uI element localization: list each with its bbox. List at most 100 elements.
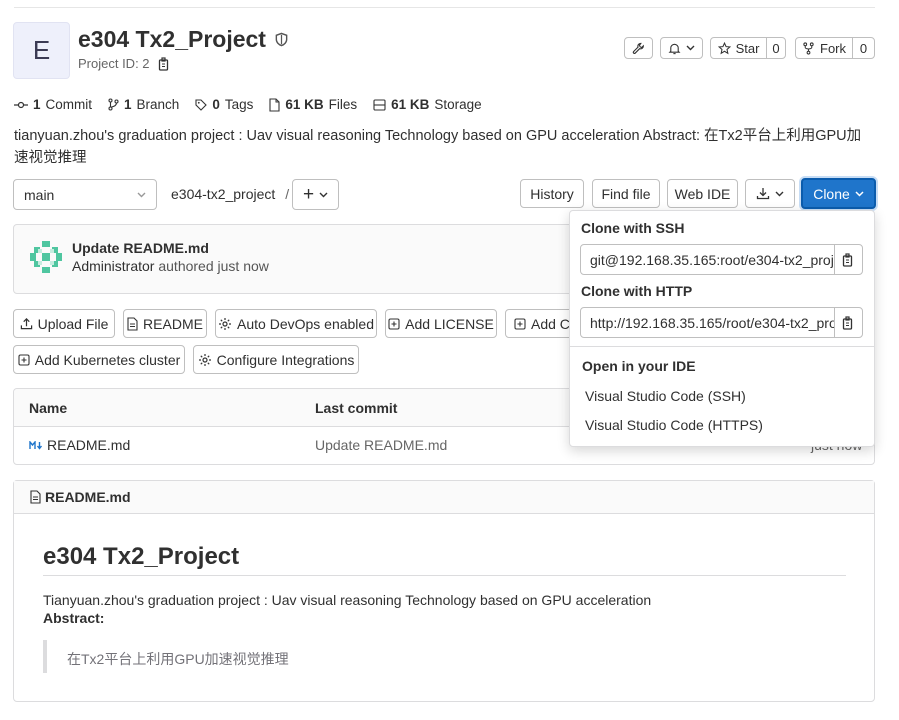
project-avatar[interactable]: E: [13, 22, 70, 79]
open-vscode-ssh[interactable]: Visual Studio Code (SSH): [585, 388, 746, 404]
storage-icon: [373, 98, 386, 111]
stat-value: 61 KB: [285, 97, 324, 112]
readme-divider: [43, 575, 846, 576]
shield-icon: [274, 32, 289, 47]
add-changelog-button[interactable]: Add CH: [505, 309, 575, 338]
dropdown-divider: [570, 346, 874, 347]
auto-devops-label: Auto DevOps enabled: [237, 315, 374, 332]
blockquote-bar: [43, 640, 47, 673]
add-kubernetes-button[interactable]: Add Kubernetes cluster: [13, 345, 185, 374]
file-commit-message[interactable]: Update README.md: [315, 437, 447, 453]
readme-blockquote: 在Tx2平台上利用GPU加速视觉推理: [67, 651, 289, 667]
stat-label: Tags: [224, 97, 254, 112]
open-vscode-https[interactable]: Visual Studio Code (HTTPS): [585, 417, 763, 433]
plus-square-icon: [388, 317, 400, 330]
upload-label: Upload File: [37, 315, 109, 332]
upload-file-button[interactable]: Upload File: [13, 309, 115, 338]
find-file-button[interactable]: Find file: [592, 179, 660, 208]
file-icon: [30, 490, 41, 504]
history-button[interactable]: History: [520, 179, 584, 208]
stat-branches[interactable]: 1 Branch: [108, 97, 179, 112]
top-divider: [14, 7, 875, 8]
copy-ssh-button[interactable]: [834, 244, 863, 275]
notifications-button[interactable]: [660, 37, 703, 59]
page-title: e304 Tx2_Project: [78, 26, 289, 53]
gear-icon: [218, 317, 232, 331]
auto-devops-button[interactable]: Auto DevOps enabled: [215, 309, 377, 338]
readme-filename[interactable]: README.md: [45, 489, 131, 505]
gear-icon: [198, 353, 212, 367]
fork-count[interactable]: 0: [852, 37, 875, 59]
commit-icon: [14, 100, 28, 110]
web-ide-label: Web IDE: [674, 185, 731, 202]
clone-label: Clone: [813, 185, 850, 202]
column-last-commit: Last commit: [315, 400, 398, 416]
breadcrumb: e304-tx2_project /: [171, 186, 289, 202]
fork-count-value: 0: [859, 40, 868, 56]
configure-integrations-label: Configure Integrations: [216, 351, 355, 368]
stat-label: Commit: [45, 97, 93, 112]
add-license-label: Add LICENSE: [405, 315, 494, 332]
plus-square-icon: [514, 317, 526, 330]
star-icon: [717, 41, 731, 55]
clone-http-title: Clone with HTTP: [581, 283, 693, 299]
add-kubernetes-label: Add Kubernetes cluster: [34, 351, 181, 368]
branch-selector[interactable]: main: [13, 179, 157, 210]
clone-button[interactable]: Clone: [801, 178, 876, 209]
stat-files[interactable]: 61 KB Files: [269, 97, 357, 112]
settings-button[interactable]: [624, 37, 653, 59]
chevron-down-icon: [775, 191, 784, 197]
column-name: Name: [29, 400, 68, 416]
branch-icon: [108, 98, 119, 111]
clone-ssh-input[interactable]: git@192.168.35.165:root/e304-tx2_project…: [580, 244, 835, 275]
history-label: History: [530, 185, 574, 202]
find-file-label: Find file: [601, 185, 651, 202]
project-stats: 1 Commit 1 Branch 0 Tags 61 KB Files 61 KB St…: [14, 97, 482, 112]
copy-icon: [842, 252, 855, 267]
configure-integrations-button[interactable]: Configure Integrations: [193, 345, 359, 374]
stat-label: Files: [328, 97, 358, 112]
stat-tags[interactable]: 0 Tags: [195, 97, 253, 112]
commit-time: authored just now: [158, 258, 269, 274]
readme-abstract-label: Abstract:: [43, 610, 105, 626]
plus-square-icon: [18, 353, 30, 366]
chevron-down-icon: [686, 45, 695, 51]
author-avatar[interactable]: [28, 239, 64, 275]
commit-meta: Administrator authored just now: [72, 258, 269, 274]
readme-label: README: [143, 315, 203, 332]
add-menu-button[interactable]: +: [292, 179, 339, 210]
readme-button[interactable]: README: [123, 309, 207, 338]
commit-title[interactable]: Update README.md: [72, 240, 209, 256]
web-ide-button[interactable]: Web IDE: [667, 179, 738, 208]
stat-storage[interactable]: 61 KB Storage: [373, 97, 482, 112]
breadcrumb-separator: /: [285, 186, 290, 202]
copy-icon[interactable]: [158, 56, 171, 71]
star-button[interactable]: Star: [710, 37, 767, 59]
copy-icon: [842, 315, 855, 330]
open-ide-title: Open in your IDE: [582, 358, 696, 374]
stat-commits[interactable]: 1 Commit: [14, 97, 92, 112]
chevron-down-icon: [319, 192, 328, 198]
project-title[interactable]: e304 Tx2_Project: [78, 26, 266, 53]
fork-button[interactable]: Fork: [795, 37, 853, 59]
chevron-down-icon: [137, 192, 146, 198]
star-label: Star: [735, 40, 760, 56]
star-count[interactable]: 0: [766, 37, 786, 59]
markdown-icon: [29, 441, 43, 450]
stat-value: 1: [124, 97, 132, 112]
breadcrumb-project[interactable]: e304-tx2_project: [171, 186, 275, 202]
readme-header: README.md: [14, 481, 874, 514]
stat-label: Branch: [136, 97, 180, 112]
commit-author[interactable]: Administrator: [72, 258, 154, 274]
add-license-button[interactable]: Add LICENSE: [385, 309, 497, 338]
download-icon: [756, 187, 770, 200]
project-id-label: Project ID: 2: [78, 56, 150, 71]
file-name[interactable]: README.md: [47, 437, 130, 453]
clone-http-input[interactable]: http://192.168.35.165/root/e304-tx2_proj…: [580, 307, 835, 338]
download-button[interactable]: [745, 179, 795, 208]
table-row[interactable]: README.md: [47, 437, 130, 453]
copy-http-button[interactable]: [834, 307, 863, 338]
upload-icon: [20, 317, 33, 330]
chevron-down-icon: [855, 190, 864, 197]
bell-icon: [668, 42, 681, 55]
